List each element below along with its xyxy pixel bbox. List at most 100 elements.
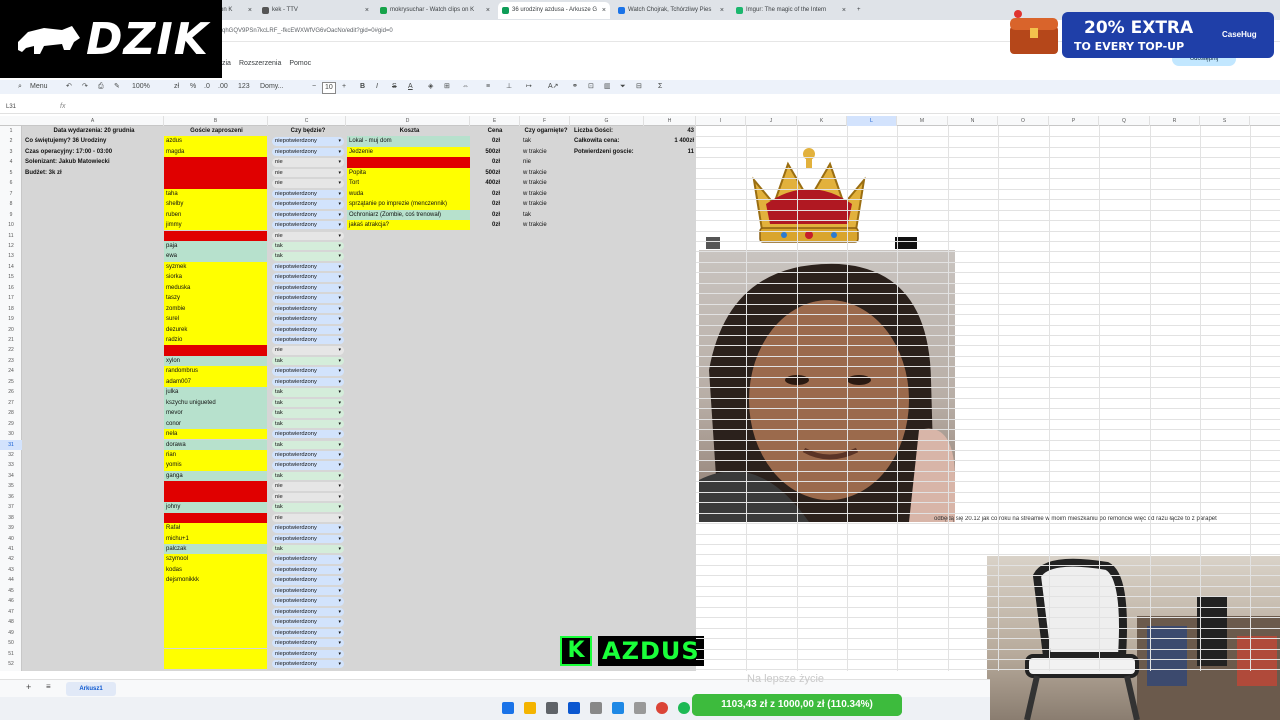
filter-views-icon[interactable]: ⊟ — [636, 80, 642, 94]
cost-handled-cell[interactable]: w trakcie — [520, 189, 570, 199]
info-cell[interactable]: Budżet: 3k zł — [23, 168, 163, 178]
guest-status-dropdown[interactable]: nie ▾ — [272, 482, 344, 491]
guest-name-cell[interactable] — [164, 491, 267, 503]
borders-icon[interactable]: ⊞ — [444, 80, 450, 94]
row-header[interactable]: 20 — [0, 325, 22, 335]
guest-name-cell[interactable] — [164, 638, 267, 649]
guest-name-cell[interactable]: taszy — [164, 293, 267, 304]
guest-name-cell[interactable]: conor — [164, 418, 267, 430]
column-header-h[interactable]: H — [644, 116, 696, 126]
guest-name-cell[interactable] — [164, 617, 267, 628]
row-header[interactable]: 16 — [0, 283, 22, 293]
guest-status-dropdown[interactable]: niepotwierdzony ▾ — [272, 367, 344, 376]
column-header-s[interactable]: S — [1200, 116, 1250, 126]
row-header[interactable]: 1 — [0, 126, 22, 136]
chevron-down-icon[interactable]: ▾ — [338, 378, 341, 386]
chevron-down-icon[interactable]: ▾ — [338, 514, 341, 522]
italic-icon[interactable]: I — [376, 80, 378, 94]
column-header-a[interactable]: A — [22, 116, 164, 126]
row-header[interactable]: 42 — [0, 554, 22, 564]
guest-name-cell[interactable] — [164, 345, 267, 356]
cost-handled-cell[interactable]: tak — [520, 210, 570, 220]
guest-status-dropdown[interactable]: niepotwierdzony ▾ — [272, 649, 344, 658]
guest-name-cell[interactable]: syzmek — [164, 261, 267, 273]
cost-item-cell[interactable]: Popita — [347, 167, 470, 179]
guest-name-cell[interactable] — [164, 658, 267, 670]
guest-status-dropdown[interactable]: nie ▾ — [272, 346, 344, 355]
chevron-down-icon[interactable]: ▾ — [338, 190, 341, 198]
decrease-decimals-button[interactable]: .0 — [204, 80, 210, 94]
row-header[interactable]: 14 — [0, 262, 22, 272]
column-header-g[interactable]: G — [570, 116, 644, 126]
font-size-input[interactable]: 10 — [322, 82, 336, 94]
row-header[interactable]: 40 — [0, 534, 22, 544]
guest-name-cell[interactable] — [164, 606, 267, 618]
row-header[interactable]: 9 — [0, 210, 22, 220]
chevron-down-icon[interactable]: ▾ — [338, 503, 341, 511]
cost-price-cell[interactable]: 0zł — [470, 220, 502, 230]
column-header-n[interactable]: N — [948, 116, 998, 126]
strikethrough-icon[interactable]: S — [392, 80, 397, 94]
row-header[interactable]: 34 — [0, 471, 22, 481]
chevron-down-icon[interactable]: ▾ — [338, 650, 341, 658]
chevron-down-icon[interactable]: ▾ — [338, 482, 341, 490]
guest-status-dropdown[interactable]: tak ▾ — [272, 545, 344, 554]
chevron-down-icon[interactable]: ▾ — [338, 451, 341, 459]
cost-price-cell[interactable]: 500zł — [470, 168, 502, 178]
guest-name-cell[interactable] — [164, 167, 267, 179]
sheet-tab-active[interactable]: Arkusz1 — [66, 682, 116, 696]
guest-name-cell[interactable]: palczak — [164, 544, 267, 555]
guest-name-cell[interactable] — [164, 230, 267, 241]
url-text[interactable]: qhGQV9PSn7kcLRF_-fkcEWXWfVG6vOacNo/edit?… — [222, 24, 393, 38]
guest-name-cell[interactable]: taha — [164, 188, 267, 200]
guest-status-dropdown[interactable]: niepotwierdzony ▾ — [272, 597, 344, 606]
chevron-down-icon[interactable]: ▾ — [338, 472, 341, 480]
horizontal-align-icon[interactable]: ≡ — [486, 80, 490, 94]
guest-name-cell[interactable]: kszychu unigueted — [164, 397, 267, 409]
row-header[interactable]: 25 — [0, 377, 22, 387]
row-header[interactable]: 8 — [0, 199, 22, 209]
column-header-b[interactable]: B — [164, 116, 268, 126]
guest-status-dropdown[interactable]: niepotwierdzony ▾ — [272, 189, 344, 199]
guest-status-dropdown[interactable]: niepotwierdzony ▾ — [272, 294, 344, 303]
cost-handled-cell[interactable]: w trakcie — [520, 168, 570, 178]
guest-name-cell[interactable]: siorka — [164, 272, 267, 283]
guest-name-cell[interactable] — [164, 585, 267, 597]
guest-status-dropdown[interactable]: nie ▾ — [272, 158, 344, 167]
cost-item-cell[interactable]: Ochroniarz (Zombie, coś trenował) — [347, 209, 470, 221]
chevron-down-icon[interactable]: ▾ — [338, 242, 341, 250]
row-header[interactable]: 48 — [0, 617, 22, 627]
chevron-down-icon[interactable]: ▾ — [338, 252, 341, 260]
row-header[interactable]: 12 — [0, 241, 22, 251]
chevron-down-icon[interactable]: ▾ — [338, 158, 341, 166]
guest-status-dropdown[interactable]: tak ▾ — [272, 440, 344, 449]
chevron-down-icon[interactable]: ▾ — [338, 326, 341, 334]
header-coming[interactable]: Czy będzie? — [272, 126, 344, 136]
guest-name-cell[interactable]: dezurek — [164, 324, 267, 335]
image-handle-left[interactable] — [706, 237, 720, 249]
guest-name-cell[interactable]: magda — [164, 146, 267, 158]
row-header[interactable]: 5 — [0, 168, 22, 178]
guest-status-dropdown[interactable]: niepotwierdzony ▾ — [272, 315, 344, 324]
guest-status-dropdown[interactable]: nie ▾ — [272, 492, 344, 502]
guest-name-cell[interactable] — [164, 596, 267, 607]
cost-item-cell[interactable]: Tort — [347, 178, 470, 189]
browser-tab[interactable]: Imgur: The magic of the Intern × — [732, 2, 850, 19]
chevron-down-icon[interactable]: ▾ — [338, 493, 341, 501]
guest-status-dropdown[interactable]: niepotwierdzony ▾ — [272, 586, 344, 596]
row-header[interactable]: 30 — [0, 429, 22, 439]
row-header[interactable]: 19 — [0, 314, 22, 324]
row-header[interactable]: 7 — [0, 189, 22, 199]
chevron-down-icon[interactable]: ▾ — [338, 137, 341, 145]
guest-status-dropdown[interactable]: tak ▾ — [272, 398, 344, 408]
header-date[interactable]: Data wydarzenia: 20 grudnia — [23, 126, 163, 136]
row-header[interactable]: 24 — [0, 366, 22, 376]
guest-status-dropdown[interactable]: niepotwierdzony ▾ — [272, 450, 344, 460]
guest-status-dropdown[interactable]: niepotwierdzony ▾ — [272, 628, 344, 638]
currency-format-button[interactable]: zł — [174, 80, 179, 94]
guest-status-dropdown[interactable]: niepotwierdzony ▾ — [272, 221, 344, 230]
guest-name-cell[interactable]: dorawa — [164, 439, 267, 450]
chevron-down-icon[interactable]: ▾ — [338, 409, 341, 417]
menu-item[interactable]: zia — [222, 60, 231, 67]
guest-status-dropdown[interactable]: niepotwierdzony ▾ — [272, 607, 344, 617]
